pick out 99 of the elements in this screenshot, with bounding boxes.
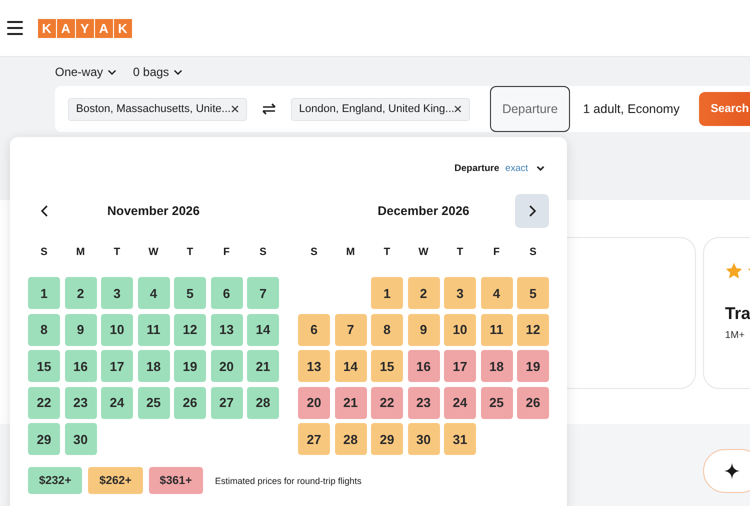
calendar-day[interactable]: 9 bbox=[64, 314, 96, 346]
next-month-button[interactable] bbox=[515, 194, 549, 228]
calendar-day[interactable]: 11 bbox=[138, 314, 170, 346]
mode-label: Departure bbox=[454, 162, 500, 174]
calendar-day[interactable]: 6 bbox=[210, 277, 242, 309]
calendar-day[interactable]: 18 bbox=[480, 350, 512, 382]
calendar-day[interactable]: 22 bbox=[28, 386, 60, 418]
trip-option-dropdown[interactable]: 0 bags bbox=[133, 64, 184, 78]
calendar-day[interactable]: 12 bbox=[517, 314, 549, 346]
price-legend: $232+ bbox=[28, 467, 82, 494]
price-legend: $361+ bbox=[148, 467, 203, 494]
weekday-label: S bbox=[309, 246, 318, 258]
sparkle-icon bbox=[724, 463, 740, 479]
calendar-day[interactable]: 23 bbox=[408, 386, 440, 418]
calendar-day[interactable]: 8 bbox=[28, 314, 60, 346]
calendar-day[interactable]: 2 bbox=[64, 277, 96, 309]
calendar-day[interactable]: 31 bbox=[444, 423, 476, 455]
close-icon bbox=[231, 105, 239, 113]
calendar-day[interactable]: 5 bbox=[517, 277, 549, 309]
weekday-label: F bbox=[492, 246, 501, 258]
travelers-selector[interactable]: 1 adult, Economy bbox=[583, 102, 680, 116]
calendar-day[interactable]: 5 bbox=[174, 277, 206, 309]
calendar-day[interactable]: 11 bbox=[480, 314, 512, 346]
calendar-day[interactable]: 19 bbox=[517, 350, 549, 382]
calendar-day[interactable]: 4 bbox=[480, 277, 512, 309]
calendar-day[interactable]: 24 bbox=[444, 386, 476, 418]
calendar-day[interactable]: 21 bbox=[247, 350, 279, 382]
date-mode-dropdown[interactable]: exact bbox=[505, 162, 545, 174]
calendar-day[interactable]: 25 bbox=[480, 386, 512, 418]
calendar-day[interactable]: 18 bbox=[138, 350, 170, 382]
weekday-label: S bbox=[528, 246, 538, 258]
weekday-label: W bbox=[148, 246, 160, 258]
month-title: November 2026 bbox=[106, 204, 201, 218]
calendar-day[interactable]: 20 bbox=[298, 386, 330, 418]
calendar-day[interactable]: 26 bbox=[517, 386, 549, 418]
trip-option-dropdown[interactable]: One-way bbox=[55, 64, 118, 78]
origin-field[interactable]: Boston, Massachusetts, Unite... bbox=[68, 98, 247, 120]
calendar-day[interactable]: 30 bbox=[64, 423, 96, 455]
assistant-button[interactable] bbox=[703, 449, 750, 493]
calendar-day[interactable]: 15 bbox=[371, 350, 403, 382]
calendar-day[interactable]: 10 bbox=[444, 314, 476, 346]
calendar-day[interactable]: 26 bbox=[174, 386, 206, 418]
weekday-label: F bbox=[222, 246, 231, 258]
calendar-day[interactable]: 28 bbox=[247, 386, 279, 418]
caret-icon bbox=[536, 164, 545, 172]
weekday-label: T bbox=[382, 246, 392, 258]
calendar-day[interactable]: 4 bbox=[138, 277, 170, 309]
close-icon bbox=[454, 105, 462, 113]
calendar-day[interactable]: 28 bbox=[334, 423, 366, 455]
calendar-day[interactable]: 16 bbox=[64, 350, 96, 382]
swap-icon bbox=[261, 103, 277, 115]
destination-field[interactable]: London, England, United King... bbox=[291, 98, 470, 120]
calendar-day[interactable]: 19 bbox=[174, 350, 206, 382]
calendar-day[interactable]: 10 bbox=[101, 314, 133, 346]
calendar-day[interactable]: 29 bbox=[371, 423, 403, 455]
menu-button[interactable] bbox=[7, 21, 23, 35]
calendar-day[interactable]: 15 bbox=[28, 350, 60, 382]
calendar-day[interactable]: 3 bbox=[444, 277, 476, 309]
weekday-label: M bbox=[345, 246, 356, 258]
calendar-day[interactable]: 13 bbox=[298, 350, 330, 382]
calendar-day[interactable]: 17 bbox=[101, 350, 133, 382]
calendar-day[interactable]: 6 bbox=[298, 314, 330, 346]
weekday-label: W bbox=[418, 246, 430, 258]
calendar-day[interactable]: 27 bbox=[298, 423, 330, 455]
calendar-day[interactable]: 30 bbox=[408, 423, 440, 455]
calendar-day[interactable]: 3 bbox=[101, 277, 133, 309]
calendar-day[interactable]: 1 bbox=[371, 277, 403, 309]
month-title: December 2026 bbox=[376, 204, 470, 218]
calendar-day[interactable]: 13 bbox=[210, 314, 242, 346]
weekday-label: S bbox=[39, 246, 48, 258]
calendar-day[interactable]: 24 bbox=[101, 386, 133, 418]
calendar-day[interactable]: 23 bbox=[64, 386, 96, 418]
weekday-label: S bbox=[258, 246, 268, 258]
weekday-label: T bbox=[112, 246, 122, 258]
calendar-day[interactable]: 1 bbox=[28, 277, 60, 309]
calendar-day[interactable]: 20 bbox=[210, 350, 242, 382]
calendar-day[interactable]: 16 bbox=[408, 350, 440, 382]
calendar-day[interactable]: 9 bbox=[408, 314, 440, 346]
calendar-day[interactable]: 12 bbox=[174, 314, 206, 346]
calendar-day[interactable]: 2 bbox=[408, 277, 440, 309]
calendar-day[interactable]: 27 bbox=[210, 386, 242, 418]
calendar-day[interactable]: 7 bbox=[247, 277, 279, 309]
calendar-day[interactable]: 14 bbox=[247, 314, 279, 346]
star-icon bbox=[725, 262, 743, 280]
calendar-day[interactable]: 17 bbox=[444, 350, 476, 382]
legend-note: Estimated prices for round-trip flights bbox=[214, 476, 362, 486]
calendar-day[interactable]: 25 bbox=[138, 386, 170, 418]
calendar-day[interactable]: 22 bbox=[371, 386, 403, 418]
weekday-label: M bbox=[75, 246, 86, 258]
calendar-day[interactable]: 8 bbox=[371, 314, 403, 346]
calendar-day[interactable]: 7 bbox=[334, 314, 366, 346]
weekday-label: T bbox=[456, 246, 464, 258]
price-legend: $262+ bbox=[88, 467, 143, 494]
card-subtitle: 1M+ bbox=[725, 330, 746, 341]
calendar-day[interactable]: 21 bbox=[334, 386, 366, 418]
calendar-day[interactable]: 14 bbox=[334, 350, 366, 382]
departure-field[interactable]: Departure bbox=[490, 86, 570, 132]
weekday-label: T bbox=[186, 246, 194, 258]
calendar-day[interactable]: 29 bbox=[28, 423, 60, 455]
